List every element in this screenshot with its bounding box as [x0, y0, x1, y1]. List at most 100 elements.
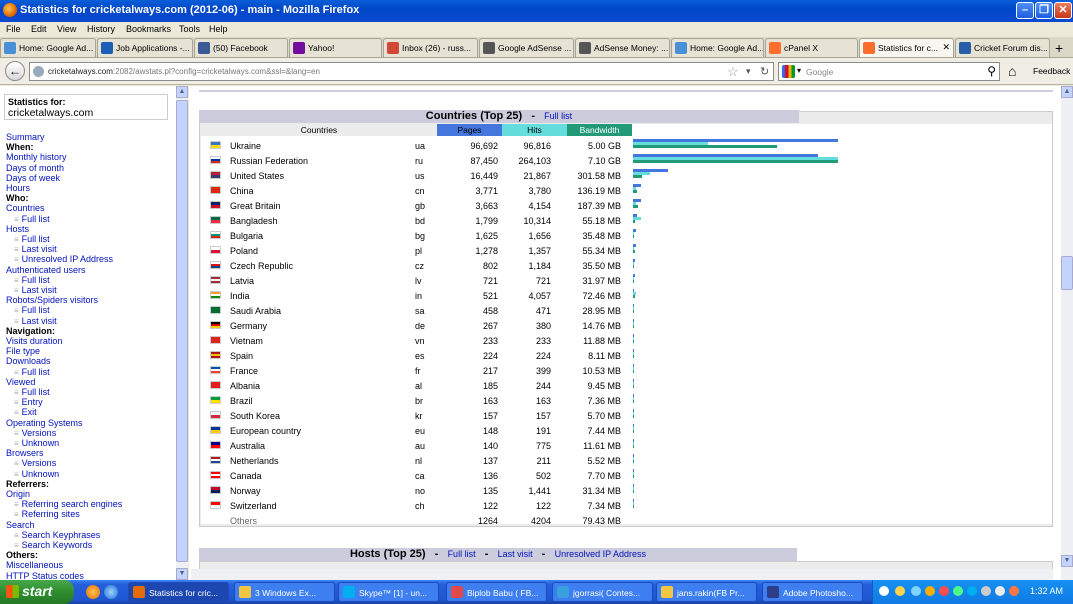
sidebar-link[interactable]: Viewed	[6, 377, 35, 387]
left-frame-scrollbar[interactable]: ▲ ▼	[176, 86, 188, 580]
site-identity-icon[interactable]	[33, 66, 44, 77]
sidebar-link[interactable]: Miscellaneous	[6, 560, 63, 570]
countries-full-list-link[interactable]: Full list	[544, 111, 572, 121]
tab-0[interactable]: Home: Google Ad...	[0, 38, 96, 57]
menu-view[interactable]: View	[57, 24, 76, 34]
menu-tools[interactable]: Tools	[179, 24, 200, 34]
sidebar-link[interactable]: Days of week	[6, 173, 60, 183]
scroll-down-arrow-icon[interactable]: ▼	[1061, 555, 1073, 567]
taskbar-button[interactable]: Statistics for cric...	[128, 582, 229, 602]
taskbar-button[interactable]: jans.rakin(FB Pr...	[656, 582, 757, 602]
tab-6[interactable]: AdSense Money: ...	[575, 38, 670, 57]
sidebar-link[interactable]: Days of month	[6, 163, 64, 173]
google-engine-icon[interactable]	[782, 65, 795, 78]
tray-icon[interactable]	[981, 586, 991, 596]
bandwidth-value: 31.34 MB	[582, 486, 621, 496]
menu-file[interactable]: File	[6, 24, 21, 34]
scroll-down-arrow-icon[interactable]: ▼	[176, 568, 188, 580]
scroll-thumb[interactable]	[1061, 256, 1073, 290]
back-button[interactable]: ←	[5, 61, 25, 81]
tray-icon[interactable]	[925, 586, 935, 596]
tab-label: Inbox (26) - russ...	[402, 43, 471, 53]
sidebar-link[interactable]: Browsers	[6, 448, 44, 458]
scroll-thumb[interactable]	[176, 100, 188, 562]
table-row: Latvia lv 721 721 31.97 MB	[201, 273, 1052, 288]
sidebar-link[interactable]: Hosts	[6, 224, 29, 234]
sidebar-link[interactable]: Robots/Spiders visitors	[6, 295, 98, 305]
firefox-quicklaunch-icon[interactable]	[86, 585, 100, 599]
menu-history[interactable]: History	[87, 24, 115, 34]
menu-edit[interactable]: Edit	[31, 24, 47, 34]
search-engine-dropdown-icon[interactable]: ▾	[797, 66, 801, 75]
tab-label: Yahoo!	[308, 43, 335, 53]
home-icon[interactable]: ⌂	[1008, 63, 1016, 79]
tray-icon[interactable]	[911, 586, 921, 596]
tab-label: Home: Google Ad...	[690, 43, 764, 53]
skype-tray-icon[interactable]	[967, 586, 977, 596]
taskbar-button[interactable]: Adobe Photosho...	[762, 582, 863, 602]
tab-8[interactable]: cPanel X	[765, 38, 858, 57]
new-tab-plus-icon[interactable]: +	[1055, 40, 1063, 56]
tab-2[interactable]: (50) Facebook	[194, 38, 288, 57]
tray-icon[interactable]	[895, 586, 905, 596]
ie-quicklaunch-icon[interactable]	[104, 585, 118, 599]
main-frame-scrollbar[interactable]: ▲ ▼	[1061, 86, 1073, 580]
minimize-button[interactable]: –	[1016, 2, 1034, 19]
country-name: Bangladesh	[230, 216, 278, 226]
url-dropdown-icon[interactable]: ▾	[746, 66, 751, 77]
hosts-last-visit-link[interactable]: Last visit	[498, 549, 533, 559]
taskbar-button[interactable]: 3 Windows Ex...	[234, 582, 335, 602]
volume-tray-icon[interactable]	[995, 586, 1005, 596]
hits-value: 122	[535, 501, 551, 511]
help-tray-icon[interactable]	[879, 586, 889, 596]
flag-au-icon	[210, 441, 221, 449]
reload-icon[interactable]: ↻	[760, 65, 769, 78]
sidebar-link[interactable]: Visits duration	[6, 336, 62, 346]
sidebar-link[interactable]: Search	[6, 520, 35, 530]
sidebar-link[interactable]: Origin	[6, 489, 30, 499]
tray-icon[interactable]	[939, 586, 949, 596]
tab-10[interactable]: Cricket Forum dis...	[955, 38, 1050, 57]
search-bar[interactable]: ▾ Google ⚲	[778, 62, 1000, 81]
menu-bookmarks[interactable]: Bookmarks	[126, 24, 171, 34]
taskbar-button[interactable]: Skype™ [1] - un...	[338, 582, 439, 602]
tab-4[interactable]: Inbox (26) - russ...	[383, 38, 478, 57]
sidebar-link[interactable]: Operating Systems	[6, 418, 83, 428]
country-name: United States	[230, 171, 285, 181]
table-row: China cn 3,771 3,780 136.19 MB	[201, 183, 1052, 198]
tab-1[interactable]: Job Applications -...	[97, 38, 193, 57]
hosts-full-list-link[interactable]: Full list	[448, 549, 476, 559]
taskbar-button[interactable]: jgorrasi( Contes...	[552, 582, 653, 602]
sidebar-link[interactable]: Downloads	[6, 356, 51, 366]
scroll-up-arrow-icon[interactable]: ▲	[1061, 86, 1073, 98]
url-bar[interactable]: cricketalways.com:2082/awstats.pl?config…	[29, 62, 774, 81]
start-button[interactable]: start	[0, 580, 74, 604]
tab-9[interactable]: Statistics for c... ✕	[859, 38, 954, 57]
close-tab-icon[interactable]: ✕	[942, 42, 950, 53]
window-title-bar[interactable]: Statistics for cricketalways.com (2012-0…	[0, 0, 1073, 22]
tray-icon[interactable]	[953, 586, 963, 596]
close-window-button[interactable]: ✕	[1054, 2, 1072, 19]
sidebar-link[interactable]: File type	[6, 346, 40, 356]
sidebar-link[interactable]: Authenticated users	[6, 265, 86, 275]
sidebar-link[interactable]: Monthly history	[6, 152, 67, 162]
taskbar-button[interactable]: Biplob Babu ( FB...	[446, 582, 547, 602]
tab-3[interactable]: Yahoo!	[289, 38, 382, 57]
url-text[interactable]: cricketalways.com:2082/awstats.pl?config…	[48, 67, 320, 76]
sidebar-link[interactable]: Hours	[6, 183, 30, 193]
hosts-unresolved-ip-link[interactable]: Unresolved IP Address	[555, 549, 646, 559]
bookmark-star-icon[interactable]: ☆	[727, 64, 739, 80]
sidebar-link[interactable]: Countries	[6, 203, 45, 213]
tray-icon[interactable]	[1009, 586, 1019, 596]
header-hits: Hits	[502, 124, 567, 136]
scroll-up-arrow-icon[interactable]: ▲	[176, 86, 188, 98]
menu-help[interactable]: Help	[209, 24, 228, 34]
horizontal-scrollbar[interactable]	[191, 569, 1053, 580]
search-input[interactable]: Google	[806, 67, 833, 77]
search-icon[interactable]: ⚲	[987, 64, 996, 78]
sidebar-link[interactable]: Summary	[6, 132, 45, 142]
tab-7[interactable]: Home: Google Ad...	[671, 38, 764, 57]
tab-5[interactable]: Google AdSense ...	[479, 38, 574, 57]
maximize-button[interactable]: ❐	[1035, 2, 1053, 19]
feedback-button[interactable]: Feedback	[1033, 66, 1070, 76]
